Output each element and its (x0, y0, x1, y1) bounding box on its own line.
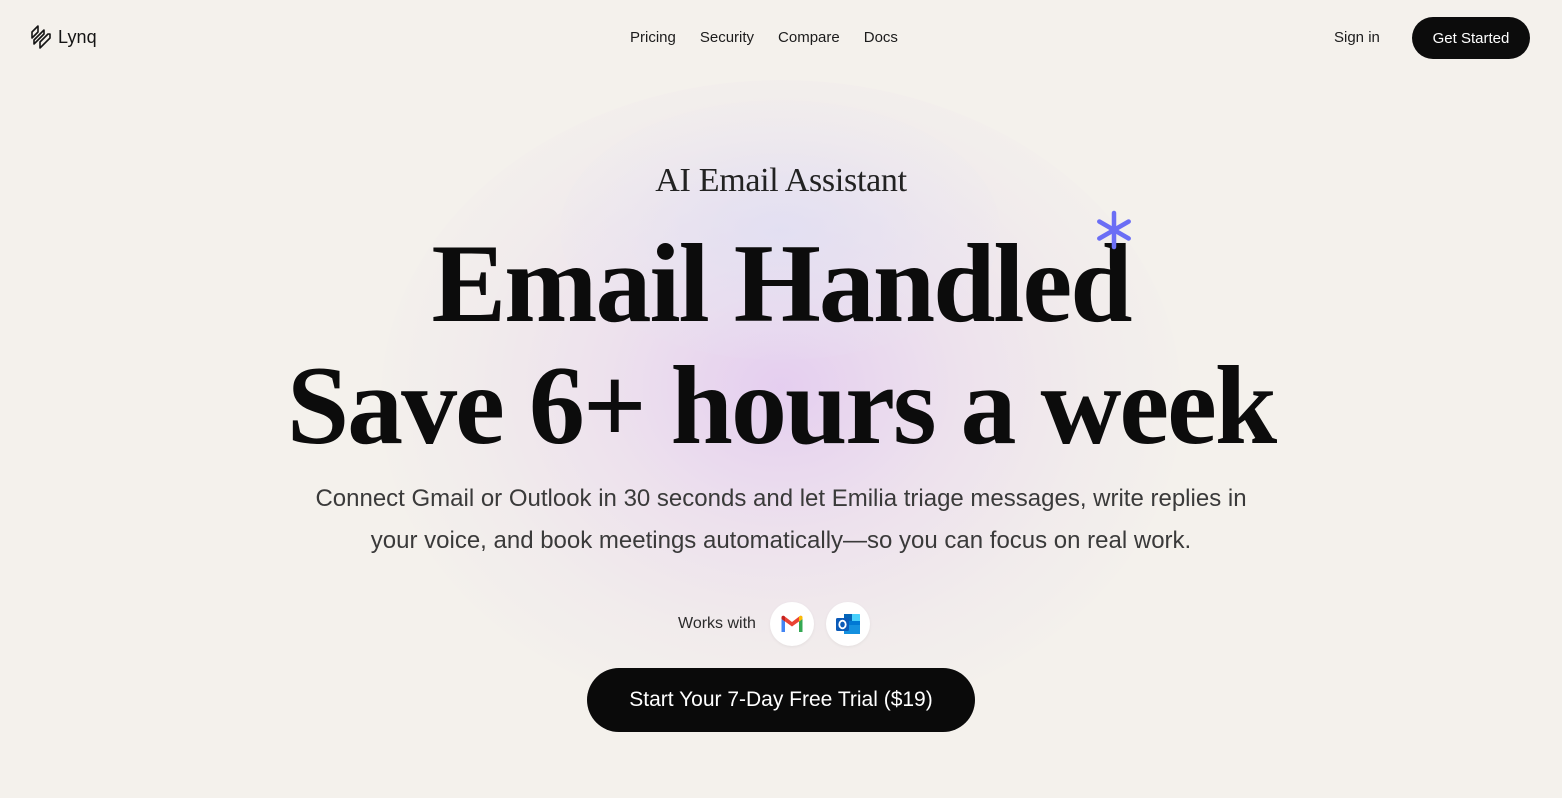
hero-eyebrow: AI Email Assistant (655, 162, 907, 199)
main-nav-links: Pricing Security Compare Docs (618, 28, 910, 48)
works-with-row: Works with (678, 601, 882, 646)
works-with-label: Works with (678, 614, 756, 632)
hero-headline-line2: Save 6+ hours a week (286, 344, 1277, 468)
hero-subtitle: Connect Gmail or Outlook in 30 seconds a… (270, 478, 1292, 562)
nav-link-security[interactable]: Security (688, 28, 766, 48)
start-trial-button[interactable]: Start Your 7-Day Free Trial ($19) (587, 668, 975, 732)
get-started-button[interactable]: Get Started (1412, 17, 1530, 59)
gmail-icon (781, 615, 803, 632)
outlook-badge (825, 601, 870, 646)
nav-link-pricing[interactable]: Pricing (618, 28, 688, 48)
brand-name: Lynq (58, 26, 97, 47)
sign-in-link[interactable]: Sign in (1334, 28, 1380, 48)
outlook-icon (835, 613, 860, 634)
lynq-logo-icon (31, 25, 51, 49)
brand-logo[interactable]: Lynq (30, 24, 97, 50)
hero-headline-line1: Email Handled (431, 222, 1132, 346)
hero-subtitle-line1: Connect Gmail or Outlook in 30 seconds a… (315, 485, 1247, 512)
top-nav: Lynq Pricing Security Compare Docs Sign … (0, 0, 1562, 78)
nav-link-compare[interactable]: Compare (766, 28, 852, 48)
hero-subtitle-line2: your voice, and book meetings automatica… (370, 527, 1192, 554)
gmail-badge (769, 601, 814, 646)
asterisk-icon (1097, 210, 1131, 250)
nav-link-docs[interactable]: Docs (852, 28, 910, 48)
